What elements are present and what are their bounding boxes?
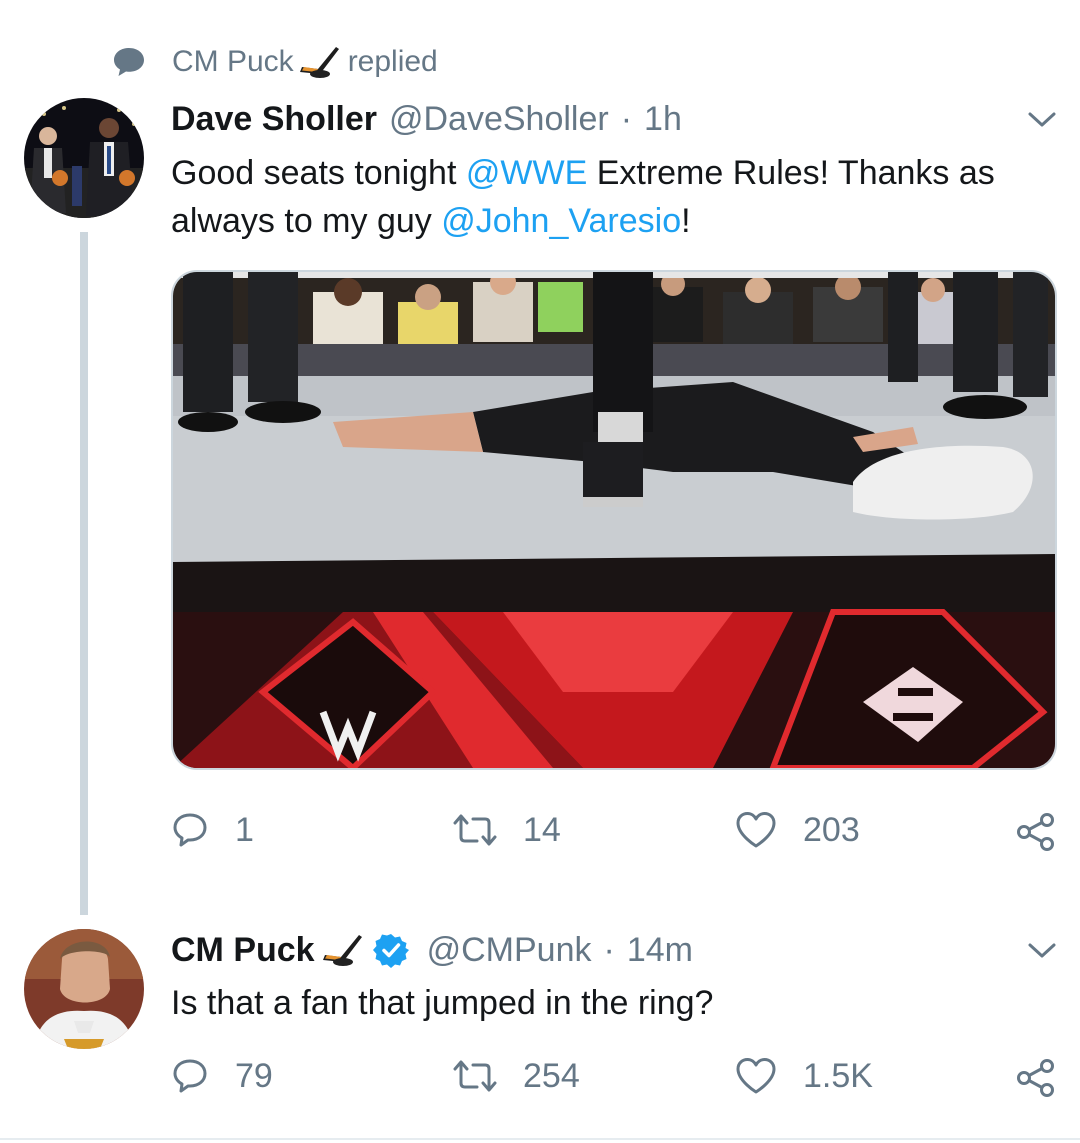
chevron-down-icon[interactable] — [1027, 110, 1057, 130]
tweet-text-segment: Good seats tonight — [171, 154, 466, 192]
tweet-text-segment: Extreme Rules! Thanks as — [587, 154, 995, 192]
avatar-dave-sholler[interactable] — [24, 98, 144, 218]
like-button[interactable]: 203 — [735, 800, 860, 860]
like-button[interactable]: 1.5K — [735, 1046, 873, 1106]
timestamp[interactable]: 14m — [627, 931, 693, 970]
mention-link-wwe[interactable]: @WWE — [466, 154, 587, 192]
timestamp[interactable]: 1h — [644, 100, 682, 139]
tweet1-header: Dave Sholler @DaveSholler · 1h — [171, 97, 682, 141]
author-handle[interactable]: @CMPunk — [427, 931, 592, 970]
author-name[interactable]: CM Puck — [171, 931, 315, 970]
mention-link-john-varesio[interactable]: @John_Varesio — [441, 202, 681, 240]
reply-icon — [173, 813, 207, 847]
wrestling-ring-photo — [173, 272, 1055, 768]
share-icon[interactable] — [1015, 1058, 1057, 1098]
author-name[interactable]: Dave Sholler — [171, 100, 377, 139]
tweet2-text: Is that a fan that jumped in the ring? — [171, 984, 714, 1022]
retweet-button[interactable]: 14 — [453, 800, 561, 860]
like-count: 203 — [803, 810, 860, 849]
reply-button[interactable]: 79 — [171, 1046, 273, 1106]
share-icon[interactable] — [1015, 812, 1057, 852]
reply-button[interactable]: 1 — [171, 800, 254, 860]
tweet1-text: Good seats tonight @WWE Extreme Rules! T… — [171, 149, 1051, 245]
retweet-icon — [453, 1060, 497, 1092]
reply-icon — [173, 1059, 207, 1093]
speech-bubble-icon — [114, 48, 144, 76]
separator-dot: · — [603, 930, 615, 969]
retweet-count: 254 — [523, 1056, 580, 1095]
chevron-down-icon[interactable] — [1027, 941, 1057, 961]
tweet-text-segment: always to my guy — [171, 202, 442, 240]
avatar-photo — [24, 98, 144, 218]
tweet2-header: CM Puck @CMPunk · 14m — [171, 928, 693, 972]
separator-dot: · — [620, 99, 633, 138]
reply-count: 1 — [235, 810, 254, 849]
retweet-button[interactable]: 254 — [453, 1046, 580, 1106]
context-user-name: CM Puck — [172, 45, 294, 78]
hockey-stick-puck-icon — [322, 935, 362, 966]
like-count: 1.5K — [803, 1056, 873, 1095]
tweet-text-segment: ! — [681, 202, 691, 240]
heart-icon — [736, 1058, 776, 1094]
heart-icon — [736, 812, 776, 848]
thread-connector-line — [80, 232, 88, 915]
context-action-text: replied — [347, 45, 438, 78]
verified-badge-icon — [372, 934, 409, 968]
avatar-photo — [24, 929, 144, 1049]
reply-count: 79 — [235, 1056, 273, 1095]
tweet1-media-photo[interactable] — [171, 270, 1057, 770]
author-handle[interactable]: @DaveSholler — [389, 100, 609, 139]
retweet-icon — [453, 814, 497, 846]
hockey-stick-puck-icon — [299, 47, 339, 78]
replied-context[interactable]: CM Puck replied — [112, 38, 438, 86]
avatar-cm-punk[interactable] — [24, 929, 144, 1049]
tweet-divider — [0, 1138, 1080, 1140]
retweet-count: 14 — [523, 810, 561, 849]
